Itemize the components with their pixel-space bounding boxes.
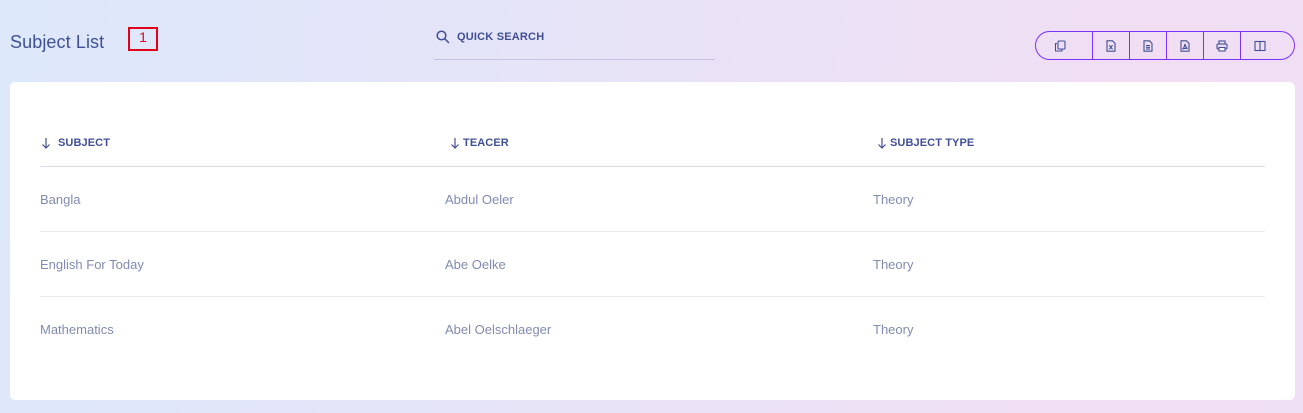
quick-search xyxy=(434,26,715,60)
copy-button[interactable] xyxy=(1036,32,1093,59)
export-button-group xyxy=(1035,31,1295,60)
columns-icon xyxy=(1254,40,1266,51)
cell-subject: English For Today xyxy=(40,257,144,272)
column-header-label: SUBJECT xyxy=(58,137,111,149)
column-header-teacher[interactable]: TEACER xyxy=(449,137,509,149)
sort-arrow-down-icon xyxy=(42,138,50,149)
excel-file-icon xyxy=(1106,39,1116,52)
column-header-label: SUBJECT TYPE xyxy=(890,137,975,149)
print-button[interactable] xyxy=(1204,32,1241,59)
table-row: Mathematics Abel Oelschlaeger Theory xyxy=(40,297,1265,361)
table-header: SUBJECT TEACER SUBJECT TYPE xyxy=(40,122,1265,167)
column-header-subject[interactable]: SUBJECT xyxy=(40,137,110,149)
cell-subject-type: Theory xyxy=(873,257,914,272)
pdf-file-icon xyxy=(1180,39,1190,52)
table-row: Bangla Abdul Oeler Theory xyxy=(40,167,1265,232)
csv-export-button[interactable] xyxy=(1130,32,1167,59)
search-input[interactable] xyxy=(457,26,707,48)
table-row: English For Today Abe Oelke Theory xyxy=(40,232,1265,297)
excel-export-button[interactable] xyxy=(1093,32,1130,59)
cell-teacher: Abel Oelschlaeger xyxy=(445,322,552,337)
cell-subject: Bangla xyxy=(40,192,81,207)
pdf-export-button[interactable] xyxy=(1167,32,1204,59)
cell-subject-type: Theory xyxy=(873,192,914,207)
cell-teacher: Abdul Oeler xyxy=(445,192,514,207)
sort-arrow-down-icon xyxy=(451,138,459,149)
sort-arrow-down-icon xyxy=(878,138,886,149)
copy-icon xyxy=(1054,39,1066,52)
cell-teacher: Abe Oelke xyxy=(445,257,506,272)
page-header: Subject List 1 xyxy=(0,0,1303,82)
count-badge: 1 xyxy=(128,27,158,51)
print-icon xyxy=(1216,39,1228,52)
cell-subject-type: Theory xyxy=(873,322,914,337)
csv-file-icon xyxy=(1143,39,1153,52)
page-title: Subject List xyxy=(10,32,105,52)
column-visibility-button[interactable] xyxy=(1241,32,1293,59)
subject-table-card: SUBJECT TEACER SUBJECT TYPE Bangla Abdul… xyxy=(10,82,1295,400)
column-header-label: TEACER xyxy=(463,137,509,149)
cell-subject: Mathematics xyxy=(40,322,114,337)
column-header-subject-type[interactable]: SUBJECT TYPE xyxy=(876,137,974,149)
subject-table: SUBJECT TEACER SUBJECT TYPE Bangla Abdul… xyxy=(40,122,1265,361)
search-icon xyxy=(436,30,450,44)
